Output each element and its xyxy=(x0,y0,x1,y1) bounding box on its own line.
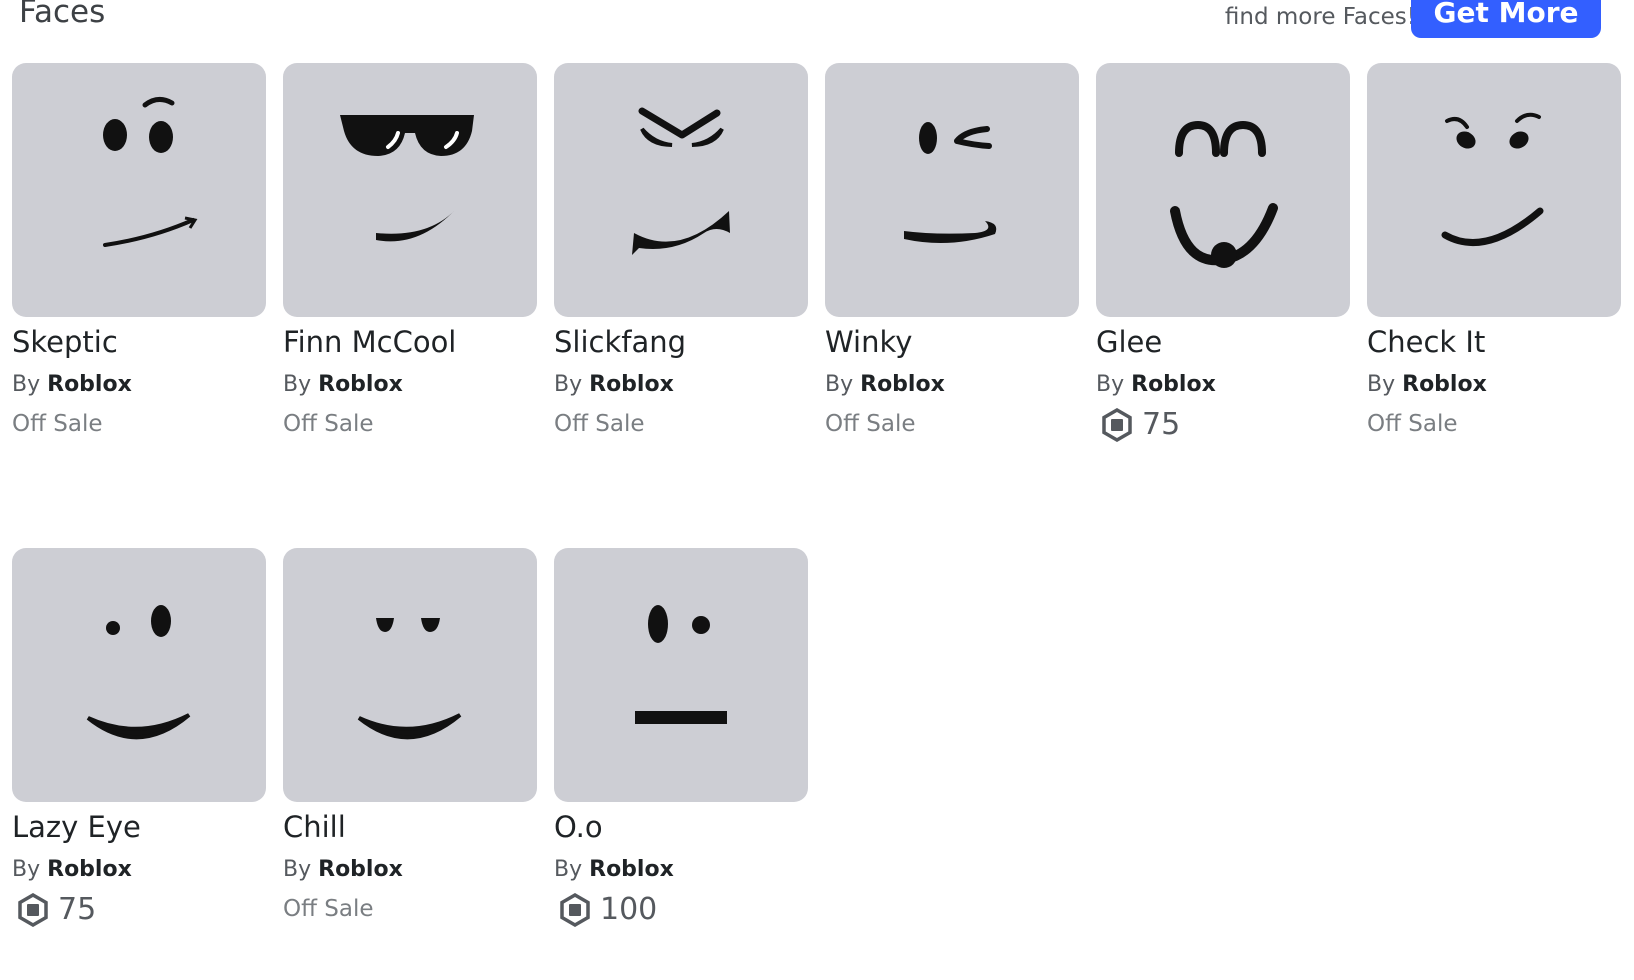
item-name[interactable]: Finn McCool xyxy=(283,322,537,362)
item-price: Off Sale xyxy=(283,896,374,922)
item-price: Off Sale xyxy=(825,411,916,437)
item-name[interactable]: Lazy Eye xyxy=(12,807,266,847)
item-thumbnail[interactable] xyxy=(283,548,537,802)
item-creator: By Roblox xyxy=(283,370,537,400)
find-more-text: find more Faces! xyxy=(1224,4,1416,30)
check-it-face-icon xyxy=(1441,112,1544,246)
glee-face-icon xyxy=(1170,120,1278,268)
creator-link[interactable]: Roblox xyxy=(589,857,674,882)
item-price: Off Sale xyxy=(1367,411,1458,437)
by-label: By xyxy=(554,857,583,882)
item-name[interactable]: Skeptic xyxy=(12,322,266,362)
by-label: By xyxy=(283,372,312,397)
item-card[interactable]: Slickfang By Roblox Off Sale xyxy=(554,63,808,440)
item-creator: By Roblox xyxy=(554,855,808,885)
item-card[interactable]: Check It By Roblox Off Sale xyxy=(1367,63,1621,440)
item-card[interactable]: Finn McCool By Roblox Off Sale xyxy=(283,63,537,440)
finn-mccool-face-icon xyxy=(340,115,474,242)
item-card[interactable]: Winky By Roblox Off Sale xyxy=(825,63,1079,440)
creator-link[interactable]: Roblox xyxy=(47,857,132,882)
item-price: Off Sale xyxy=(12,411,103,437)
creator-link[interactable]: Roblox xyxy=(318,372,403,397)
item-name[interactable]: Check It xyxy=(1367,322,1621,362)
by-label: By xyxy=(12,857,41,882)
item-creator: By Roblox xyxy=(283,855,537,885)
by-label: By xyxy=(1096,372,1125,397)
robux-icon xyxy=(560,893,590,927)
creator-link[interactable]: Roblox xyxy=(47,372,132,397)
robux-icon xyxy=(1102,408,1132,442)
item-thumbnail[interactable] xyxy=(1367,63,1621,317)
o-o-face-icon xyxy=(635,605,727,724)
skeptic-face-icon xyxy=(103,97,198,247)
item-thumbnail[interactable] xyxy=(554,548,808,802)
slickfang-face-icon xyxy=(632,107,730,255)
item-thumbnail[interactable] xyxy=(1096,63,1350,317)
item-thumbnail[interactable] xyxy=(283,63,537,317)
item-name[interactable]: Chill xyxy=(283,807,537,847)
by-label: By xyxy=(283,857,312,882)
robux-amount: 100 xyxy=(600,892,658,927)
creator-link[interactable]: Roblox xyxy=(1131,372,1216,397)
item-card[interactable]: Chill By Roblox Off Sale xyxy=(283,548,537,925)
section-title: Faces xyxy=(19,0,106,30)
item-thumbnail[interactable] xyxy=(12,548,266,802)
robux-amount: 75 xyxy=(1142,407,1181,442)
item-card[interactable]: Glee By Roblox 75 xyxy=(1096,63,1350,442)
item-name[interactable]: O.o xyxy=(554,807,808,847)
item-creator: By Roblox xyxy=(12,855,266,885)
creator-link[interactable]: Roblox xyxy=(318,857,403,882)
item-price: 100 xyxy=(554,893,808,927)
robux-amount: 75 xyxy=(58,892,97,927)
item-name[interactable]: Winky xyxy=(825,322,1079,362)
item-price: 75 xyxy=(1096,408,1350,442)
item-name[interactable]: Glee xyxy=(1096,322,1350,362)
item-card[interactable]: Lazy Eye By Roblox 75 xyxy=(12,548,266,927)
robux-icon xyxy=(18,893,48,927)
item-thumbnail[interactable] xyxy=(554,63,808,317)
item-creator: By Roblox xyxy=(554,370,808,400)
item-price: Off Sale xyxy=(554,411,645,437)
item-creator: By Roblox xyxy=(825,370,1079,400)
item-creator: By Roblox xyxy=(1096,370,1350,400)
winky-face-icon xyxy=(904,122,997,243)
item-card[interactable]: Skeptic By Roblox Off Sale xyxy=(12,63,266,440)
creator-link[interactable]: Roblox xyxy=(1402,372,1487,397)
by-label: By xyxy=(1367,372,1396,397)
item-thumbnail[interactable] xyxy=(12,63,266,317)
creator-link[interactable]: Roblox xyxy=(589,372,674,397)
chill-face-icon xyxy=(357,618,462,740)
item-card[interactable]: O.o By Roblox 100 xyxy=(554,548,808,927)
item-creator: By Roblox xyxy=(1367,370,1621,400)
get-more-button[interactable]: Get More xyxy=(1411,0,1601,38)
item-price: 75 xyxy=(12,893,266,927)
item-name[interactable]: Slickfang xyxy=(554,322,808,362)
by-label: By xyxy=(12,372,41,397)
lazy-eye-face-icon xyxy=(86,605,191,740)
item-thumbnail[interactable] xyxy=(825,63,1079,317)
item-price: Off Sale xyxy=(283,411,374,437)
by-label: By xyxy=(825,372,854,397)
item-creator: By Roblox xyxy=(12,370,266,400)
by-label: By xyxy=(554,372,583,397)
creator-link[interactable]: Roblox xyxy=(860,372,945,397)
